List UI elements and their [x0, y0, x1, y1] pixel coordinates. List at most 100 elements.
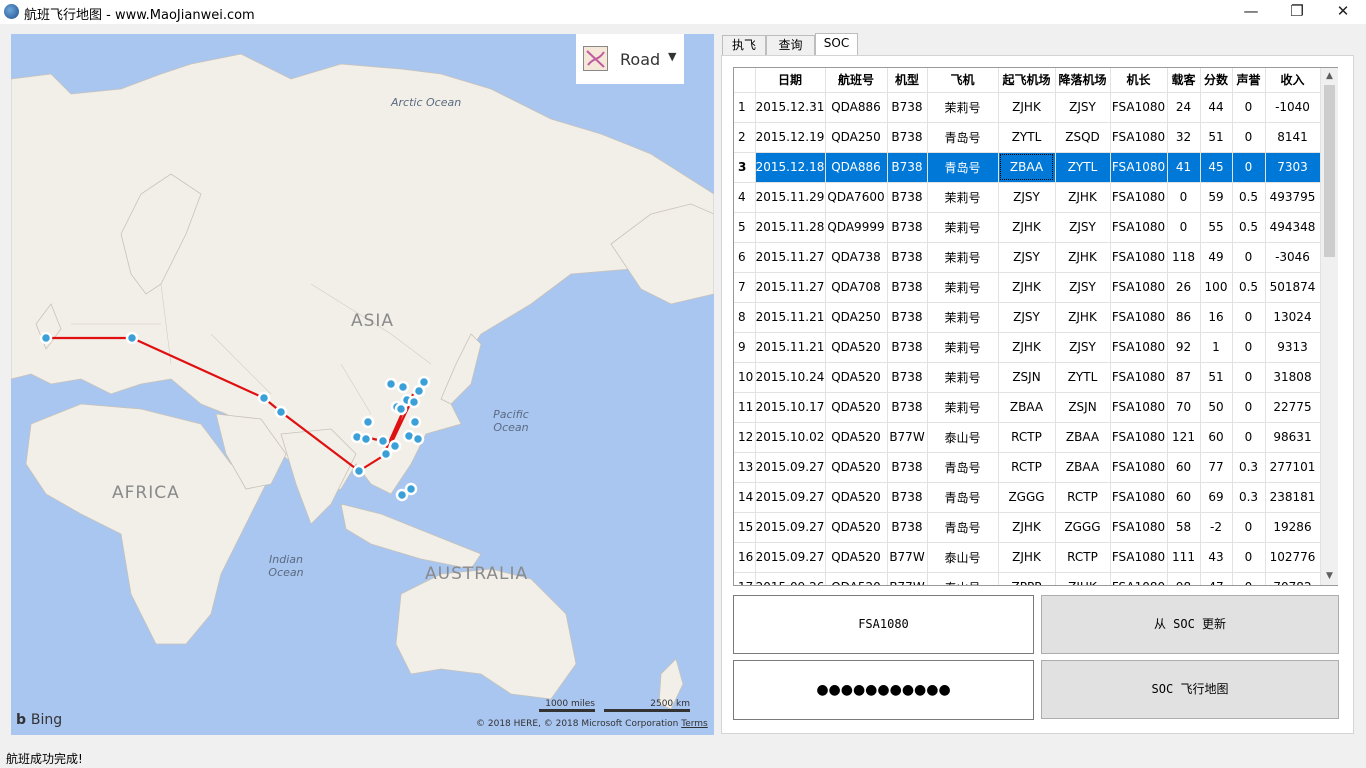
table-cell[interactable]: 青岛号 — [927, 482, 999, 513]
column-header[interactable]: 载客 — [1167, 68, 1201, 93]
table-cell[interactable]: 0 — [1232, 572, 1266, 585]
table-row[interactable]: 3 2015.12.18 QDA886 B738 青岛号 ZBAA ZYTL FSA1080 4… — [734, 152, 1321, 183]
table-cell[interactable]: B738 — [887, 122, 928, 153]
flight-map[interactable]: Arctic Ocean ASIA Pacific Ocean AFRICA I… — [11, 34, 714, 735]
table-cell[interactable]: QDA520 — [825, 542, 888, 573]
table-cell[interactable]: ZJSY — [1055, 332, 1111, 363]
table-cell[interactable]: 118 — [1167, 242, 1201, 273]
table-cell[interactable]: B738 — [887, 212, 928, 243]
table-cell[interactable]: 0 — [1232, 542, 1266, 573]
table-cell[interactable]: 87 — [1167, 362, 1201, 393]
table-row[interactable]: 14 2015.09.27 QDA520 B738 青岛号 ZGGG RCTP FSA1080… — [734, 482, 1321, 513]
table-cell[interactable]: ZJSY — [1055, 212, 1111, 243]
column-header[interactable]: 机型 — [887, 68, 928, 93]
table-cell[interactable]: 0 — [1232, 152, 1266, 183]
table-cell[interactable]: B738 — [887, 452, 928, 483]
table-cell[interactable]: ZBAA — [998, 392, 1056, 423]
table-cell[interactable]: 16 — [1200, 302, 1233, 333]
table-cell[interactable]: ZSJN — [1055, 392, 1111, 423]
table-cell[interactable]: 2015.09.27 — [755, 482, 826, 513]
table-cell[interactable]: 59 — [1200, 182, 1233, 213]
table-cell[interactable]: 0 — [1232, 512, 1266, 543]
table-cell[interactable]: B738 — [887, 482, 928, 513]
table-cell[interactable]: ZJHK — [998, 332, 1056, 363]
table-cell[interactable]: 238181 — [1265, 482, 1321, 513]
table-cell[interactable]: FSA1080 — [1110, 482, 1168, 513]
table-cell[interactable]: 青岛号 — [927, 122, 999, 153]
table-cell[interactable]: 26 — [1167, 272, 1201, 303]
table-cell[interactable]: ZJHK — [998, 272, 1056, 303]
table-cell[interactable]: QDA520 — [825, 512, 888, 543]
table-cell[interactable]: ZJHK — [998, 92, 1056, 123]
table-cell[interactable]: ZJHK — [1055, 302, 1111, 333]
flight-records-grid[interactable]: 日期 航班号 机型 飞机 起飞机场 降落机场 机长 载客 分数 声誉 收入 1 2015.12.31 Q… — [733, 67, 1338, 586]
table-cell[interactable]: FSA1080 — [1110, 152, 1168, 183]
table-cell[interactable]: -1040 — [1265, 92, 1321, 123]
table-cell[interactable]: 泰山号 — [927, 422, 999, 453]
table-cell[interactable]: FSA1080 — [1110, 212, 1168, 243]
table-cell[interactable]: 494348 — [1265, 212, 1321, 243]
password-field[interactable]: ●●●●●●●●●●● — [733, 660, 1034, 720]
table-row[interactable]: 172015.09.26QDA520B77W泰山号ZPPPZJHKFSA1080… — [734, 572, 1321, 585]
table-cell[interactable]: -2 — [1200, 512, 1233, 543]
scroll-down-icon[interactable]: ▼ — [1321, 568, 1338, 585]
maximize-button[interactable]: ❐ — [1274, 0, 1320, 24]
table-cell[interactable]: B738 — [887, 272, 928, 303]
table-cell[interactable]: ZBAA — [1055, 422, 1111, 453]
table-cell[interactable]: 7303 — [1265, 152, 1321, 183]
table-cell[interactable]: 277101 — [1265, 452, 1321, 483]
table-cell[interactable]: 501874 — [1265, 272, 1321, 303]
table-cell[interactable]: 98 — [1167, 572, 1201, 585]
table-cell[interactable]: 2015.11.21 — [755, 332, 826, 363]
table-cell[interactable]: 0 — [1232, 302, 1266, 333]
table-cell[interactable]: ZBAA — [1055, 452, 1111, 483]
table-cell[interactable]: 0 — [1167, 212, 1201, 243]
table-cell[interactable]: QDA250 — [825, 122, 888, 153]
table-cell[interactable]: 102776 — [1265, 542, 1321, 573]
table-cell[interactable]: QDA886 — [825, 92, 888, 123]
map-style-selector[interactable]: Road ▼ — [576, 34, 684, 84]
table-cell[interactable]: 0 — [1232, 362, 1266, 393]
table-cell[interactable]: 0 — [1232, 92, 1266, 123]
table-cell[interactable]: 69 — [1200, 482, 1233, 513]
table-cell[interactable]: FSA1080 — [1110, 542, 1168, 573]
table-cell[interactable]: 111 — [1167, 542, 1201, 573]
table-row[interactable]: 9 2015.11.21 QDA520 B738 茉莉号 ZJHK ZJSY FSA1080 9… — [734, 332, 1321, 363]
table-cell[interactable]: 青岛号 — [927, 452, 999, 483]
column-header[interactable]: 降落机场 — [1055, 68, 1111, 93]
table-cell[interactable]: 2015.09.27 — [755, 512, 826, 543]
scroll-up-icon[interactable]: ▲ — [1321, 68, 1338, 85]
table-cell[interactable]: B738 — [887, 182, 928, 213]
table-cell[interactable]: 60 — [1200, 422, 1233, 453]
table-cell[interactable]: 8141 — [1265, 122, 1321, 153]
table-cell[interactable]: 121 — [1167, 422, 1201, 453]
table-cell[interactable]: 0 — [1232, 242, 1266, 273]
table-cell[interactable]: 32 — [1167, 122, 1201, 153]
table-cell[interactable]: ZJHK — [1055, 242, 1111, 273]
table-cell[interactable]: 2015.11.29 — [755, 182, 826, 213]
table-cell[interactable]: RCTP — [998, 452, 1056, 483]
table-cell[interactable]: 24 — [1167, 92, 1201, 123]
table-cell[interactable]: QDA520 — [825, 332, 888, 363]
table-row[interactable]: 1 2015.12.31 QDA886 B738 茉莉号 ZJHK ZJSY FSA1080 2… — [734, 92, 1321, 123]
table-cell[interactable]: 茉莉号 — [927, 182, 999, 213]
column-header[interactable]: 声誉 — [1232, 68, 1266, 93]
table-cell[interactable]: QDA9999 — [825, 212, 888, 243]
table-row[interactable]: 10 2015.10.24 QDA520 B738 茉莉号 ZSJN ZYTL FSA1080… — [734, 362, 1321, 393]
table-row[interactable]: 16 2015.09.27 QDA520 B77W 泰山号 ZJHK RCTP FSA1080… — [734, 542, 1321, 573]
table-cell[interactable]: 0 — [1232, 392, 1266, 423]
table-row[interactable]: 4 2015.11.29 QDA7600 B738 茉莉号 ZJSY ZJHK FSA1080… — [734, 182, 1321, 213]
table-cell[interactable]: FSA1080 — [1110, 452, 1168, 483]
table-cell[interactable]: 0.5 — [1232, 272, 1266, 303]
tab-query[interactable]: 查询 — [766, 35, 815, 55]
table-cell[interactable]: QDA7600 — [825, 182, 888, 213]
table-cell[interactable]: 茉莉号 — [927, 242, 999, 273]
table-row[interactable]: 8 2015.11.21 QDA250 B738 茉莉号 ZJSY ZJHK FSA1080 8… — [734, 302, 1321, 333]
table-cell[interactable]: B738 — [887, 152, 928, 183]
table-cell[interactable]: 2015.10.17 — [755, 392, 826, 423]
table-cell[interactable]: FSA1080 — [1110, 122, 1168, 153]
table-cell[interactable]: 茉莉号 — [927, 362, 999, 393]
table-cell[interactable]: 2015.10.02 — [755, 422, 826, 453]
table-cell[interactable]: 2015.12.18 — [755, 152, 826, 183]
table-cell[interactable]: ZYTL — [998, 122, 1056, 153]
